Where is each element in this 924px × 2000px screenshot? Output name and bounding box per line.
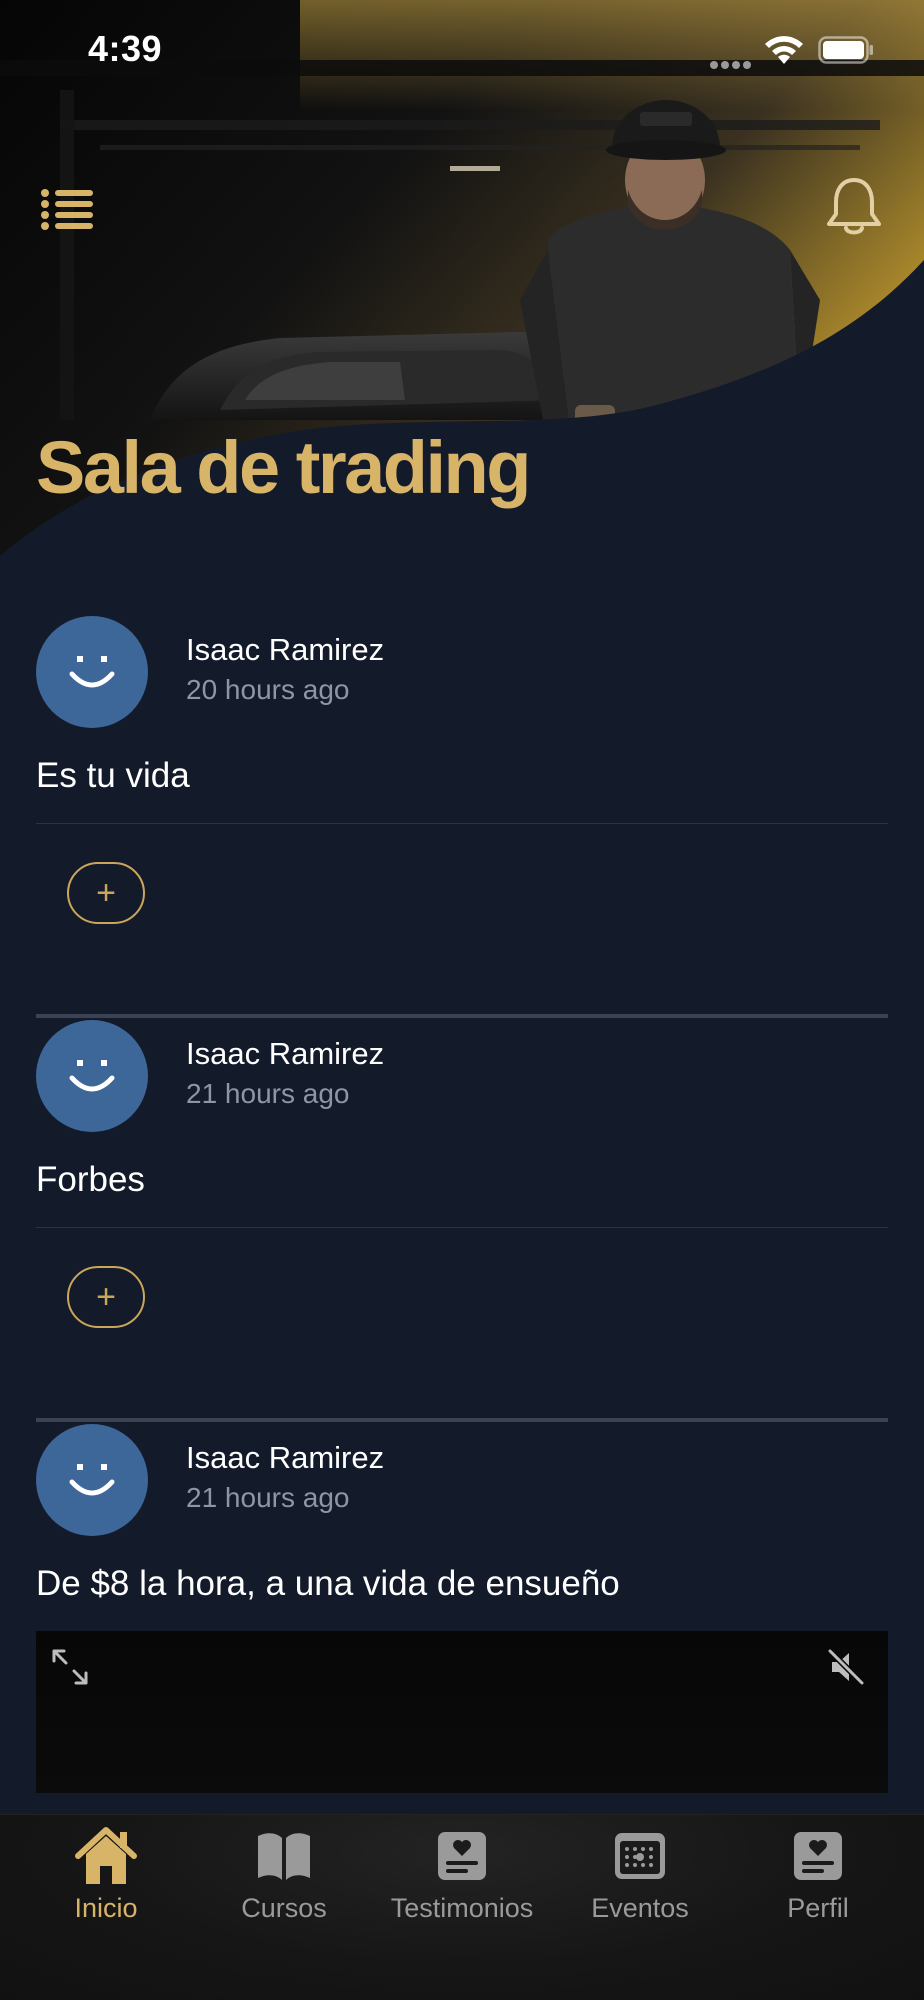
speaker-muted-icon[interactable] <box>826 1647 866 1687</box>
divider <box>36 823 888 824</box>
post-card: Isaac Ramirez 20 hours ago Es tu vida + <box>36 616 888 1018</box>
post-author: Isaac Ramirez <box>186 632 385 667</box>
video-player[interactable] <box>36 1631 888 1793</box>
testimonial-card-icon <box>438 1832 486 1880</box>
divider <box>36 1227 888 1228</box>
tab-label: Inicio <box>74 1893 138 1923</box>
home-icon <box>75 1827 137 1884</box>
bottom-tab-bar: Inicio Cursos Testimonios Eventos Perfil <box>0 1814 924 2000</box>
smiley-face-icon <box>69 1464 115 1496</box>
wifi-icon <box>765 36 803 64</box>
status-time: 4:39 <box>88 28 163 69</box>
tab-cursos[interactable]: Cursos <box>195 1815 373 1935</box>
post-card: Isaac Ramirez 21 hours ago De $8 la hora… <box>36 1424 888 1814</box>
smiley-face-icon <box>69 656 115 688</box>
tab-eventos[interactable]: Eventos <box>551 1815 729 1935</box>
post-separator <box>36 1014 888 1018</box>
tab-testimonios[interactable]: Testimonios <box>373 1815 551 1935</box>
post-time: 21 hours ago <box>186 1078 350 1109</box>
add-reaction-button[interactable]: + <box>67 862 145 924</box>
post-text: Es tu vida <box>36 756 190 795</box>
tab-label: Perfil <box>787 1893 849 1923</box>
hero-banner: 4:39 Sala de trading <box>0 0 924 560</box>
avatar[interactable] <box>36 616 148 728</box>
avatar[interactable] <box>36 1020 148 1132</box>
tab-label: Eventos <box>591 1893 689 1923</box>
fullscreen-expand-icon[interactable] <box>50 1647 90 1687</box>
tab-perfil[interactable]: Perfil <box>729 1815 907 1935</box>
status-bar: 4:39 <box>0 0 924 100</box>
add-reaction-button[interactable]: + <box>67 1266 145 1328</box>
post-text: De $8 la hora, a una vida de ensueño <box>36 1564 620 1603</box>
tab-label: Cursos <box>241 1893 327 1923</box>
post-author: Isaac Ramirez <box>186 1440 385 1475</box>
smiley-face-icon <box>69 1060 115 1092</box>
tab-inicio[interactable]: Inicio <box>17 1815 195 1935</box>
menu-list-icon[interactable] <box>40 186 96 232</box>
book-icon <box>258 1833 310 1880</box>
cellular-signal-icon <box>710 56 754 69</box>
tab-label: Testimonios <box>390 1893 534 1923</box>
post-card: Isaac Ramirez 21 hours ago Forbes + <box>36 1020 888 1422</box>
notification-bell-icon[interactable] <box>824 176 884 238</box>
avatar[interactable] <box>36 1424 148 1536</box>
profile-card-icon <box>794 1832 842 1880</box>
page-title: Sala de trading <box>36 426 531 509</box>
post-separator <box>36 1418 888 1422</box>
post-time: 20 hours ago <box>186 674 350 705</box>
battery-icon <box>818 36 873 64</box>
post-time: 21 hours ago <box>186 1482 350 1513</box>
post-feed[interactable]: Isaac Ramirez 20 hours ago Es tu vida + … <box>0 560 924 1814</box>
post-author: Isaac Ramirez <box>186 1036 385 1071</box>
event-board-icon <box>615 1833 665 1879</box>
post-text: Forbes <box>36 1160 145 1199</box>
